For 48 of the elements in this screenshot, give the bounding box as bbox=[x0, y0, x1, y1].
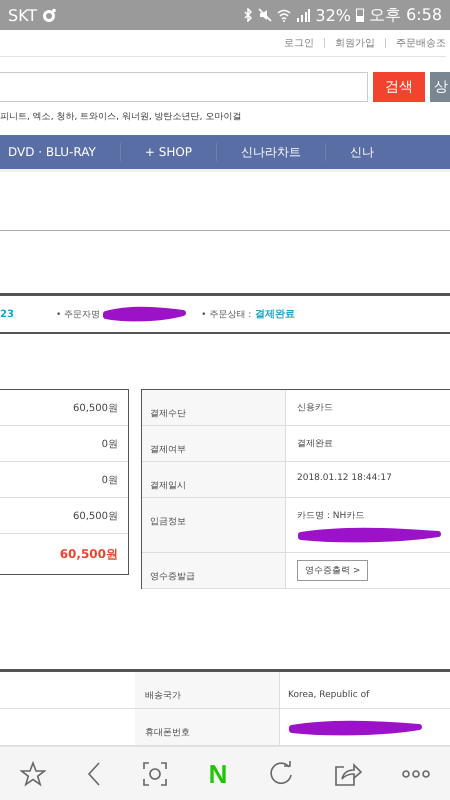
field-value: Korea, Republic of bbox=[288, 690, 370, 700]
field-value: 신용카드 bbox=[297, 402, 333, 414]
total-amount: 60,500원 bbox=[60, 546, 118, 562]
field-label: 휴대폰번호 bbox=[145, 728, 190, 738]
nav-item[interactable]: DVD · BLU-RAY bbox=[0, 145, 106, 159]
amount-value: 0원 bbox=[102, 438, 118, 450]
battery-percent: 32% bbox=[315, 6, 351, 24]
header-link[interactable]: 로그인 bbox=[284, 36, 314, 50]
mute-icon bbox=[258, 8, 272, 22]
field-label: 배송국가 bbox=[145, 691, 181, 701]
detail-search-button[interactable]: 상 bbox=[430, 72, 450, 102]
clock-time: 오후 6:58 bbox=[368, 4, 442, 26]
field-label: 결제수단 bbox=[150, 409, 186, 419]
order-number: 23 bbox=[0, 308, 15, 320]
more-icon[interactable] bbox=[402, 770, 430, 778]
orderer-label: • 주문자명 bbox=[56, 308, 100, 320]
receipt-button[interactable]: 영수증출력 > bbox=[297, 560, 368, 581]
share-icon[interactable] bbox=[334, 761, 362, 787]
field-label: 결제일시 bbox=[150, 481, 186, 491]
back-icon[interactable] bbox=[86, 761, 102, 787]
header-link[interactable]: 회원가입 bbox=[335, 36, 375, 50]
wifi-icon bbox=[277, 8, 292, 22]
popular-keywords: 피니트, 엑소, 청하, 트와이스, 워너원, 방탄소년단, 오마이걸 bbox=[0, 111, 242, 124]
signal-icon bbox=[296, 8, 310, 22]
amount-value: 60,500원 bbox=[73, 510, 118, 522]
nav-item[interactable]: + SHOP bbox=[134, 145, 202, 159]
refresh-icon[interactable] bbox=[268, 761, 294, 787]
search-field[interactable] bbox=[0, 72, 368, 102]
search-button[interactable]: 검색 bbox=[373, 72, 425, 102]
battery-icon bbox=[356, 8, 364, 22]
amount-value: 0원 bbox=[102, 474, 118, 486]
carrier-name: SKT bbox=[8, 6, 38, 24]
nav-item[interactable]: 신나라차트 bbox=[231, 144, 312, 160]
field-value: 결제완료 bbox=[297, 438, 333, 450]
capture-icon[interactable] bbox=[142, 761, 168, 787]
ring-icon bbox=[42, 8, 56, 22]
star-icon[interactable] bbox=[20, 761, 46, 787]
field-value: 2018.01.12 18:44:17 bbox=[297, 473, 392, 483]
field-value: 카드명 : NH카드 bbox=[297, 510, 364, 522]
order-status: 결제완료 bbox=[255, 308, 296, 321]
field-label: 결제여부 bbox=[150, 445, 186, 455]
bluetooth-icon bbox=[243, 8, 254, 22]
order-status-label: • 주문상태 : bbox=[201, 308, 252, 320]
field-label: 입금정보 bbox=[150, 517, 186, 527]
nav-item[interactable]: 신나 bbox=[340, 144, 384, 160]
field-label: 영수증발급 bbox=[150, 572, 195, 582]
header-link[interactable]: 주문배송조 bbox=[396, 36, 446, 50]
amount-value: 60,500원 bbox=[73, 402, 118, 414]
